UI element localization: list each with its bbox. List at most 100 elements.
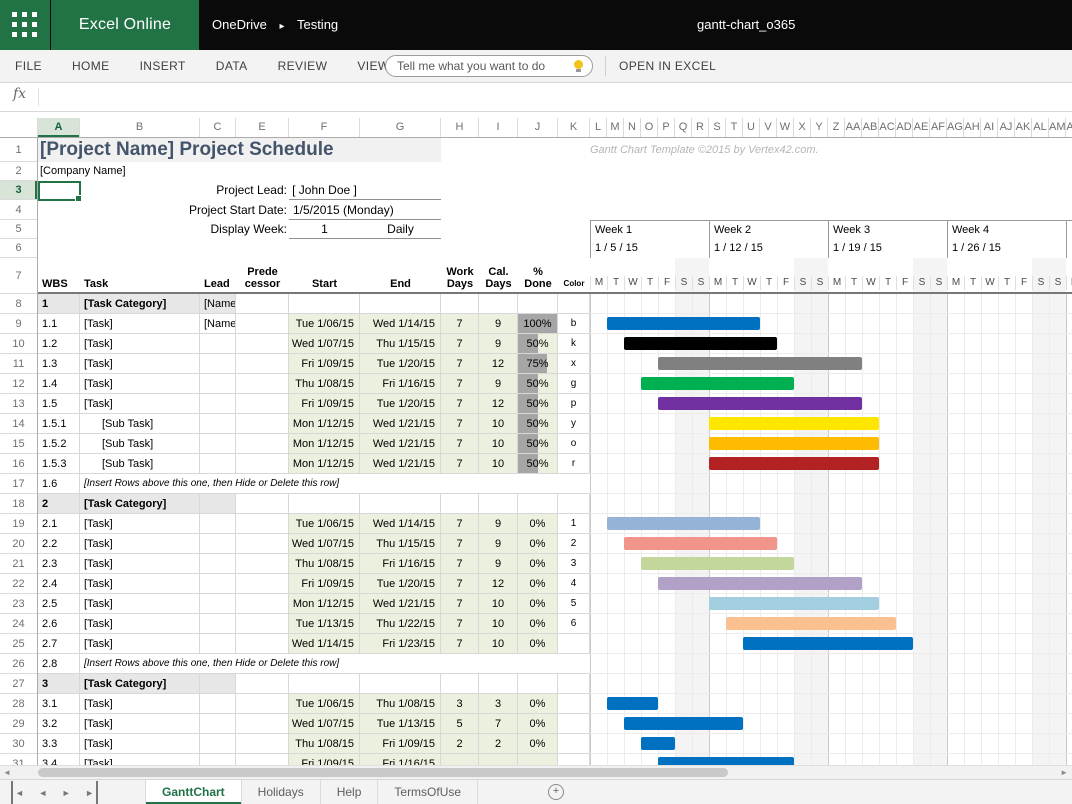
column-header-C[interactable]: C	[200, 118, 236, 137]
day-letter[interactable]: M	[709, 276, 726, 290]
day-letter[interactable]: M	[590, 276, 607, 290]
cell-wbs[interactable]: 2.4	[38, 574, 80, 594]
day-letter[interactable]: S	[1049, 276, 1066, 290]
menu-insert[interactable]: INSERT	[125, 50, 201, 82]
cell-color-code[interactable]: 3	[558, 554, 590, 574]
row-header-12[interactable]: 12	[0, 374, 37, 394]
cell-predecessor[interactable]	[236, 554, 289, 574]
row-header-25[interactable]: 25	[0, 634, 37, 654]
cell-predecessor[interactable]	[236, 634, 289, 654]
cell-predecessor[interactable]	[236, 354, 289, 374]
gantt-chart-row[interactable]	[590, 714, 1072, 734]
cell-work-days[interactable]: 7	[441, 534, 479, 554]
cell-pct-done[interactable]: 100%	[518, 314, 558, 334]
row-header-9[interactable]: 9	[0, 314, 37, 334]
day-letter[interactable]: F	[1015, 276, 1032, 290]
cell-color-code[interactable]	[558, 754, 590, 765]
cell-cal-days[interactable]: 12	[479, 394, 518, 414]
cell-work-days[interactable]: 7	[441, 354, 479, 374]
cell-start-date[interactable]: Thu 1/08/15	[289, 374, 360, 394]
cell-pct-done[interactable]	[518, 754, 558, 765]
column-header-K[interactable]: K	[558, 118, 590, 137]
cell-task[interactable]: [Task]	[80, 714, 200, 734]
gantt-chart-row[interactable]	[590, 314, 1072, 334]
cell-predecessor[interactable]	[236, 714, 289, 734]
cell-start-date[interactable]: Thu 1/08/15	[289, 554, 360, 574]
cell-cal-days[interactable]: 3	[479, 694, 518, 714]
cell-task[interactable]: [Task]	[80, 754, 200, 765]
day-letter[interactable]: T	[760, 276, 777, 290]
cell-color-code[interactable]: 4	[558, 574, 590, 594]
cell-start-date[interactable]: Mon 1/12/15	[289, 434, 360, 454]
cell-color-code[interactable]: r	[558, 454, 590, 474]
cell-end-date[interactable]: Thu 1/08/15	[360, 694, 441, 714]
sheet-tab-termsofuse[interactable]: TermsOfUse	[378, 780, 478, 804]
cell-pct-done[interactable]: 0%	[518, 574, 558, 594]
cell-end-date[interactable]: Tue 1/20/15	[360, 354, 441, 374]
cell-color-code[interactable]: b	[558, 314, 590, 334]
cell-task[interactable]: [Sub Task]	[80, 434, 200, 454]
open-in-excel-button[interactable]: OPEN IN EXCEL	[619, 50, 716, 82]
cell-task[interactable]: [Task]	[80, 394, 200, 414]
cell-predecessor[interactable]	[236, 674, 289, 694]
day-letter[interactable]: F	[777, 276, 794, 290]
column-header-P[interactable]: P	[658, 118, 675, 137]
sheet-tab-holidays[interactable]: Holidays	[242, 780, 321, 804]
cell-work-days[interactable]: 7	[441, 434, 479, 454]
row-header-28[interactable]: 28	[0, 694, 37, 714]
cell-lead[interactable]	[200, 554, 236, 574]
field-value[interactable]: 1/5/2015 (Monday)	[293, 200, 394, 220]
column-header-AB[interactable]: AB	[862, 118, 879, 137]
cell-color-code[interactable]	[558, 494, 590, 514]
cell-pct-done[interactable]: 50%	[518, 334, 558, 354]
cell-start-date[interactable]: Wed 1/07/15	[289, 534, 360, 554]
gantt-chart-row[interactable]	[590, 454, 1072, 474]
prev-sheet-icon[interactable]: ◄	[38, 781, 47, 804]
gantt-chart-row[interactable]	[590, 674, 1072, 694]
cell-pct-done[interactable]: 50%	[518, 454, 558, 474]
cell-predecessor[interactable]	[236, 594, 289, 614]
gantt-bar[interactable]	[607, 317, 760, 330]
cell-cal-days[interactable]: 9	[479, 534, 518, 554]
sheet-tab-ganttchart[interactable]: GanttChart	[145, 780, 242, 804]
day-letter[interactable]: W	[624, 276, 641, 290]
column-header-N[interactable]: N	[624, 118, 641, 137]
cell-task[interactable]: [Task]	[80, 594, 200, 614]
cell-wbs[interactable]: 3.3	[38, 734, 80, 754]
cell-lead[interactable]: [Name]	[200, 314, 236, 334]
cell-cal-days[interactable]: 2	[479, 734, 518, 754]
row-header-7[interactable]: 7	[0, 258, 37, 294]
row-header-26[interactable]: 26	[0, 654, 37, 674]
column-header-X[interactable]: X	[794, 118, 811, 137]
sheet-tab-help[interactable]: Help	[321, 780, 379, 804]
row-header-5[interactable]: 5	[0, 220, 37, 239]
column-header-M[interactable]: M	[607, 118, 624, 137]
cell-cal-days[interactable]: 10	[479, 614, 518, 634]
cell-task[interactable]: [Task Category]	[80, 674, 200, 694]
row-header-27[interactable]: 27	[0, 674, 37, 694]
column-header-W[interactable]: W	[777, 118, 794, 137]
gantt-chart-row[interactable]	[590, 434, 1072, 454]
day-letter[interactable]: W	[743, 276, 760, 290]
gantt-chart-row[interactable]	[590, 634, 1072, 654]
cell-work-days[interactable]: 7	[441, 374, 479, 394]
cell-wbs[interactable]: 2.8	[38, 654, 80, 674]
cell-wbs[interactable]: 1.5.1	[38, 414, 80, 434]
cell-cal-days[interactable]: 10	[479, 454, 518, 474]
cell-work-days[interactable]	[441, 494, 479, 514]
cell-task[interactable]: [Task]	[80, 514, 200, 534]
row-header-31[interactable]: 31	[0, 754, 37, 765]
row-header-8[interactable]: 8	[0, 294, 37, 314]
row-header-21[interactable]: 21	[0, 554, 37, 574]
cell-work-days[interactable]: 7	[441, 614, 479, 634]
column-header-L[interactable]: L	[590, 118, 607, 137]
column-header-R[interactable]: R	[692, 118, 709, 137]
row-header-20[interactable]: 20	[0, 534, 37, 554]
week-date-5[interactable]	[1066, 239, 1072, 258]
tell-me-search[interactable]: Tell me what you want to do	[385, 55, 593, 77]
day-letter[interactable]: M	[947, 276, 964, 290]
cell-note[interactable]: [Insert Rows above this one, then Hide o…	[80, 654, 590, 674]
cell-pct-done[interactable]	[518, 494, 558, 514]
gantt-chart-row[interactable]	[590, 614, 1072, 634]
cell-task[interactable]: [Task]	[80, 734, 200, 754]
